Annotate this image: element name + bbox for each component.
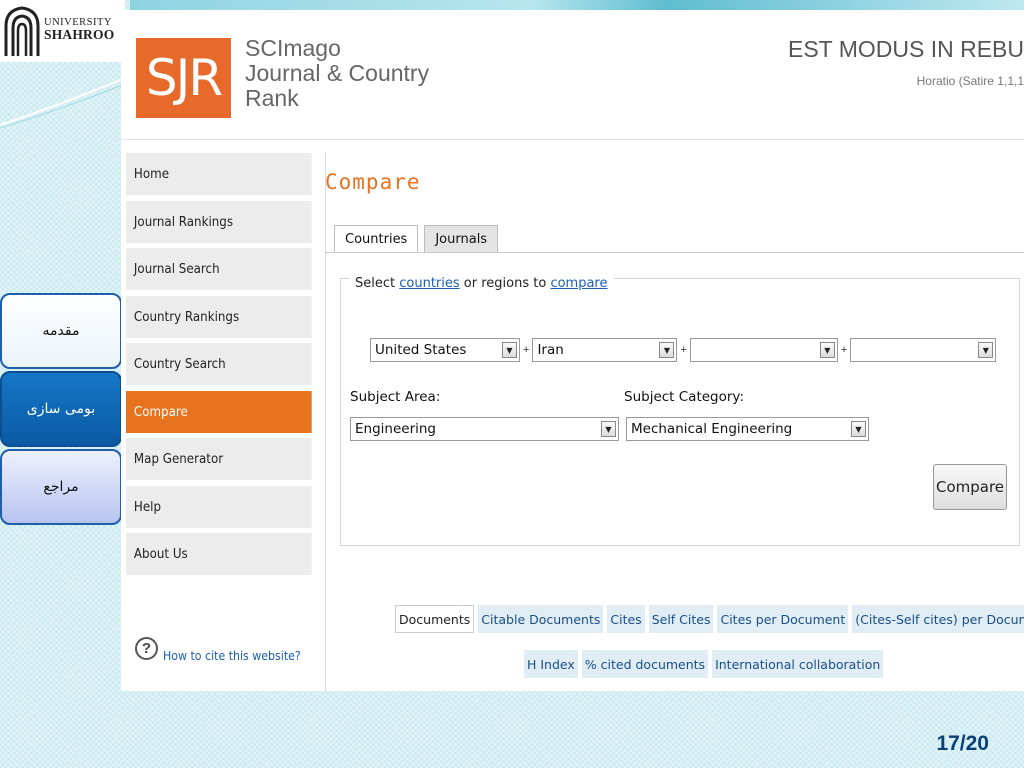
subject-area-select[interactable]: Engineering ▼ [350, 417, 619, 441]
left-menu: Home Journal Rankings Journal Search Cou… [126, 153, 312, 581]
metric-percent-cited-documents[interactable]: % cited documents [581, 650, 709, 678]
metric-h-index[interactable]: H Index [524, 650, 578, 678]
tab-journals[interactable]: Journals [424, 225, 499, 253]
country-select-value: United States [375, 342, 467, 358]
dropdown-arrow-icon: ▼ [851, 421, 866, 437]
metric-cites[interactable]: Cites [607, 605, 645, 633]
legend-middle: or regions to [463, 276, 547, 291]
menu-item-journal-rankings[interactable]: Journal Rankings [126, 200, 312, 243]
compare-selection-box [340, 278, 1020, 546]
compare-link[interactable]: compare [550, 276, 607, 291]
tab-underline [325, 252, 1024, 253]
dropdown-arrow-icon: ▼ [601, 421, 616, 437]
university-emblem-icon [4, 6, 40, 56]
site-title-line: SCImago [245, 35, 341, 61]
help-circle-icon[interactable]: ? [135, 637, 158, 660]
metric-cites-per-document[interactable]: Cites per Document [717, 605, 849, 633]
subject-area-label: Subject Area: [350, 389, 441, 405]
side-nav-references-button[interactable]: مراجع [0, 449, 122, 525]
menu-item-about-us[interactable]: About Us [126, 533, 312, 575]
site-title-line: Journal & Country [245, 59, 430, 86]
side-nav-label: مراجع [43, 479, 79, 495]
menu-item-help[interactable]: Help [126, 485, 312, 528]
menu-item-map-generator[interactable]: Map Generator [126, 438, 312, 480]
tab-countries[interactable]: Countries [334, 225, 419, 253]
subject-category-value: Mechanical Engineering [631, 421, 793, 437]
site-motto: EST MODUS IN REBU [788, 36, 1024, 62]
metric-cites-self-cites-per-document[interactable]: (Cites-Self cites) per Document [852, 605, 1024, 633]
university-name-line2: SHAHROO [44, 27, 115, 43]
side-nav-label: بومی سازی [26, 401, 96, 417]
menu-item-country-search[interactable]: Country Search [126, 343, 312, 385]
metrics-tabs-row2: H Index % cited documents International … [524, 650, 887, 678]
country-select-3[interactable]: ▼ [689, 338, 838, 362]
plus-sign: + [680, 344, 687, 356]
dropdown-arrow-icon: ▼ [502, 342, 517, 358]
top-decorative-band [130, 0, 1024, 10]
metric-self-cites[interactable]: Self Cites [648, 605, 714, 633]
dropdown-arrow-icon: ▼ [819, 342, 835, 358]
slide-number: 17/20 [936, 732, 989, 755]
subject-area-value: Engineering [355, 421, 436, 437]
compare-button[interactable]: Compare [933, 464, 1007, 510]
site-header: SJR SCImago Journal & Country Rank EST M… [121, 10, 1024, 140]
cite-website-link[interactable]: How to cite this website? [163, 648, 301, 663]
countries-link[interactable]: countries [399, 276, 459, 291]
dropdown-arrow-icon: ▼ [659, 342, 675, 358]
website-screenshot: SJR SCImago Journal & Country Rank EST M… [121, 10, 1024, 691]
menu-item-compare[interactable]: Compare [126, 390, 312, 433]
sjr-logo[interactable]: SJR [136, 38, 231, 118]
menu-item-journal-search[interactable]: Journal Search [126, 248, 312, 290]
country-select-value: Iran [537, 342, 564, 358]
metric-citable-documents[interactable]: Citable Documents [478, 605, 604, 633]
university-logo: UNIVERSITY SHAHROO [0, 0, 125, 62]
compare-tabs: Countries Journals [334, 225, 504, 253]
country-select-2[interactable]: Iran ▼ [532, 338, 678, 362]
legend-prefix: Select [355, 276, 396, 291]
subject-category-label: Subject Category: [624, 389, 744, 405]
menu-item-home[interactable]: Home [126, 153, 312, 195]
side-nav-localization-button[interactable]: بومی سازی [0, 371, 122, 447]
metrics-tabs-row1: Documents Citable Documents Cites Self C… [395, 605, 1024, 633]
dropdown-arrow-icon: ▼ [978, 342, 994, 358]
site-motto-source: Horatio (Satire 1,1,1 [916, 74, 1024, 88]
side-nav-label: مقدمه [42, 323, 80, 339]
decorative-swoosh [0, 77, 125, 129]
page-title: Compare [325, 170, 421, 194]
subject-category-select[interactable]: Mechanical Engineering ▼ [626, 417, 869, 441]
side-nav-intro-button[interactable]: مقدمه [0, 293, 122, 369]
metric-documents[interactable]: Documents [395, 605, 475, 633]
content-divider [325, 152, 326, 691]
country-selectors: United States ▼ + Iran ▼ + ▼ + ▼ [370, 338, 997, 362]
menu-item-country-rankings[interactable]: Country Rankings [126, 295, 312, 338]
plus-sign: + [840, 344, 848, 356]
plus-sign: + [523, 344, 530, 356]
selection-legend: Select countries or regions to compare [349, 276, 614, 291]
metric-international-collaboration[interactable]: International collaboration [712, 650, 884, 678]
country-select-4[interactable]: ▼ [850, 338, 997, 362]
country-select-1[interactable]: United States ▼ [370, 338, 520, 362]
site-title-line: Rank [245, 84, 299, 111]
site-title: SCImago Journal & Country Rank [245, 36, 429, 110]
cite-website: ? How to cite this website? [135, 634, 320, 663]
